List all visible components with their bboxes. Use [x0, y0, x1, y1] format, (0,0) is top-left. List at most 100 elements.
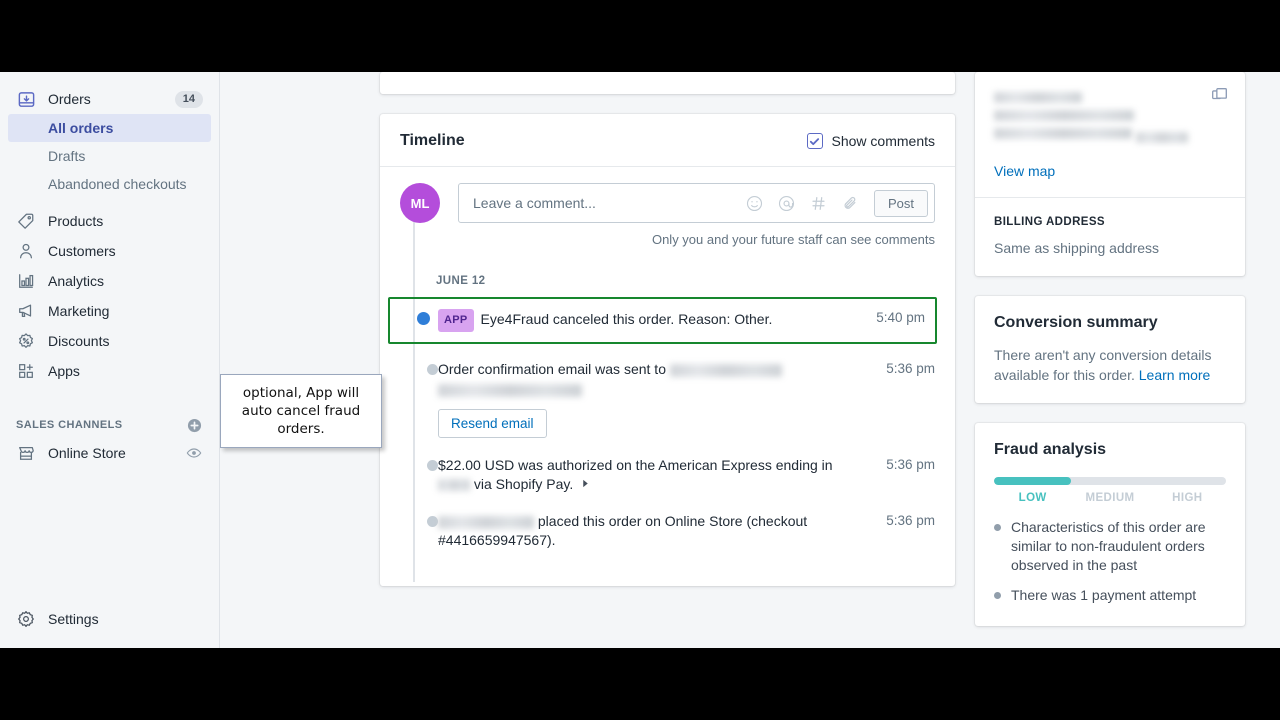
sidebar-item-products[interactable]: Products — [8, 206, 211, 236]
annotation-tooltip: optional, App will auto cancel fraud ord… — [220, 374, 382, 448]
sidebar-item-customers[interactable]: Customers — [8, 236, 211, 266]
expand-payment-details-icon[interactable] — [581, 479, 590, 488]
shipping-address-section: View map — [975, 72, 1245, 197]
redacted-card-digits — [438, 479, 470, 492]
plus-circle-icon[interactable] — [185, 416, 203, 434]
fraud-note: Characteristics of this order are simila… — [994, 518, 1226, 575]
mention-icon[interactable] — [778, 194, 796, 212]
bullet-icon — [994, 591, 1001, 599]
timeline-event-order-placed: placed this order on Online Store (check… — [400, 512, 935, 550]
percent-badge-icon — [16, 331, 36, 351]
sidebar-item-analytics-label: Analytics — [48, 273, 105, 289]
sidebar-item-all-orders-label: All orders — [48, 120, 114, 136]
event-timestamp: 5:36 pm — [886, 457, 935, 472]
fraud-risk-scale: LOW MEDIUM HIGH — [994, 492, 1226, 504]
event-timestamp: 5:40 pm — [876, 310, 925, 325]
comment-composer: ML Leave a comment... Post — [400, 183, 935, 223]
sidebar-item-drafts[interactable]: Drafts — [8, 142, 211, 170]
orders-count-badge: 14 — [174, 90, 203, 108]
sidebar-item-discounts[interactable]: Discounts — [8, 326, 211, 356]
fraud-note-text: There was 1 payment attempt — [1011, 586, 1197, 603]
sidebar-item-apps[interactable]: Apps — [8, 356, 211, 386]
home-icon-partial[interactable] — [14, 72, 36, 80]
event-dot — [427, 460, 438, 471]
timeline-column: Timeline Show comments ML Leave a commen… — [380, 72, 955, 586]
fraud-analysis-panel: Fraud analysis LOW MEDIUM HIGH Character… — [975, 422, 1245, 626]
view-map-link[interactable]: View map — [994, 163, 1226, 179]
main-content: Timeline Show comments ML Leave a commen… — [220, 72, 1280, 648]
comment-input-wrapper[interactable]: Leave a comment... Post — [458, 183, 935, 223]
customer-address-panel: View map BILLING ADDRESS Same as shippin… — [975, 72, 1245, 276]
fraud-scale-medium: MEDIUM — [1085, 491, 1135, 504]
event-timestamp: 5:36 pm — [886, 513, 935, 528]
orders-icon — [16, 89, 36, 109]
timeline-event-fraud-cancel[interactable]: APP Eye4Fraud canceled this order. Reason… — [388, 297, 937, 344]
bullet-icon — [994, 523, 1001, 531]
conversion-learn-more-link[interactable]: Learn more — [1139, 367, 1211, 383]
sidebar-item-settings[interactable]: Settings — [8, 604, 211, 634]
fraud-note-text: Characteristics of this order are simila… — [1011, 518, 1206, 573]
show-comments-toggle[interactable]: Show comments — [806, 133, 935, 149]
post-comment-button[interactable]: Post — [873, 189, 928, 217]
conversion-summary-body: There aren't any conversion details avai… — [994, 345, 1226, 385]
comment-privacy-note: Only you and your future staff can see c… — [651, 232, 935, 247]
sidebar-item-analytics[interactable]: Analytics — [8, 266, 211, 296]
sidebar-item-settings-label: Settings — [48, 611, 99, 627]
comment-input[interactable]: Leave a comment... — [473, 195, 746, 211]
avatar: ML — [400, 183, 440, 223]
event-text: $22.00 USD was authorized on the America… — [438, 456, 877, 494]
redacted-email-line2 — [438, 384, 582, 398]
fraud-risk-bar — [994, 476, 1226, 485]
timeline-card: Timeline Show comments ML Leave a commen… — [380, 114, 955, 586]
sidebar-item-online-store[interactable]: Online Store — [8, 438, 211, 468]
billing-address-heading: BILLING ADDRESS — [994, 215, 1105, 228]
app-viewport: Orders 14 All orders Drafts Abandoned ch… — [0, 72, 1280, 648]
event-dot-active — [417, 312, 430, 325]
apps-grid-icon — [16, 361, 36, 381]
gear-icon — [16, 609, 36, 629]
sidebar-item-customers-label: Customers — [48, 243, 116, 259]
redacted-email-line1 — [669, 363, 782, 377]
sales-channels-heading: SALES CHANNELS — [8, 412, 211, 438]
hashtag-icon[interactable] — [810, 194, 828, 212]
redacted-shipping-address — [994, 90, 1226, 147]
event-dot — [427, 516, 438, 527]
order-sidebar: View map BILLING ADDRESS Same as shippin… — [975, 72, 1245, 646]
event-message-cont: via Shopify Pay. — [473, 476, 574, 492]
event-text: Order confirmation email was sent to Res… — [438, 360, 877, 438]
sidebar-item-abandoned-checkouts[interactable]: Abandoned checkouts — [8, 170, 211, 198]
sidebar-item-products-label: Products — [48, 213, 104, 229]
sidebar-item-marketing[interactable]: Marketing — [8, 296, 211, 326]
app-badge: APP — [438, 309, 474, 332]
resend-email-button[interactable]: Resend email — [438, 409, 547, 438]
fraud-scale-low: LOW — [1018, 491, 1047, 504]
sidebar-item-drafts-label: Drafts — [48, 148, 86, 164]
event-marker — [402, 309, 438, 325]
event-message: $22.00 USD was authorized on the America… — [438, 457, 833, 473]
copy-icon[interactable] — [1211, 87, 1228, 104]
timeline-title: Timeline — [400, 132, 465, 149]
event-marker — [400, 360, 438, 375]
show-comments-label: Show comments — [831, 133, 935, 149]
event-marker — [400, 456, 438, 471]
person-icon — [16, 241, 36, 261]
event-text: APP Eye4Fraud canceled this order. Reason… — [438, 309, 867, 332]
fraud-note: There was 1 payment attempt — [994, 586, 1226, 605]
timeline-event-payment-authorized: $22.00 USD was authorized on the America… — [400, 456, 935, 494]
sidebar-item-discounts-label: Discounts — [48, 333, 110, 349]
fraud-analysis-notes: Characteristics of this order are simila… — [994, 518, 1226, 605]
sidebar: Orders 14 All orders Drafts Abandoned ch… — [0, 72, 220, 648]
show-comments-checkbox[interactable] — [806, 133, 823, 149]
sidebar-item-apps-label: Apps — [48, 363, 80, 379]
fraud-analysis-title: Fraud analysis — [994, 440, 1107, 458]
sidebar-item-orders[interactable]: Orders 14 — [8, 84, 211, 114]
fraud-risk-bar-fill — [994, 476, 1071, 485]
emoji-icon[interactable] — [746, 194, 764, 212]
fraud-scale-high: HIGH — [1172, 491, 1203, 504]
event-marker — [400, 512, 438, 527]
billing-address-value: Same as shipping address — [994, 239, 1159, 256]
sidebar-item-all-orders[interactable]: All orders — [8, 114, 211, 142]
attachment-icon[interactable] — [842, 194, 860, 212]
event-text: placed this order on Online Store (check… — [438, 512, 877, 550]
eye-icon[interactable] — [185, 444, 203, 462]
